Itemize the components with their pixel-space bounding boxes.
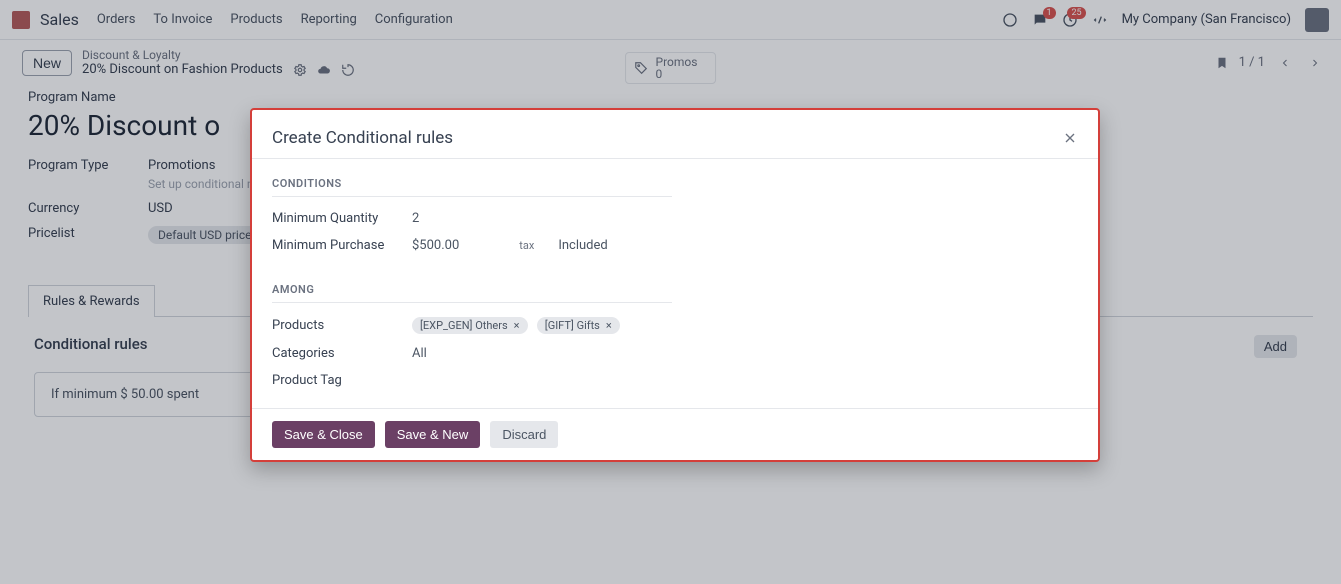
categories-label: Categories (272, 346, 392, 361)
dialog-title: Create Conditional rules (272, 128, 453, 148)
products-label: Products (272, 318, 392, 333)
min-purchase-label: Minimum Purchase (272, 238, 392, 253)
dialog-footer: Save & Close Save & New Discard (252, 408, 1098, 460)
close-icon[interactable] (1062, 130, 1078, 146)
min-purchase-field[interactable]: $500.00 (412, 238, 459, 253)
min-quantity-field[interactable]: 2 (412, 211, 419, 226)
categories-field[interactable]: All (412, 346, 427, 361)
tax-inclusion-field[interactable]: Included (558, 238, 607, 253)
product-tag-label: Product Tag (272, 373, 392, 388)
section-among: AMONG (272, 283, 672, 303)
save-and-close-button[interactable]: Save & Close (272, 421, 375, 448)
save-and-new-button[interactable]: Save & New (385, 421, 481, 448)
min-quantity-label: Minimum Quantity (272, 211, 392, 226)
product-tag-exp-gen[interactable]: [EXP_GEN] Others × (412, 317, 528, 334)
product-tag-label: [GIFT] Gifts (545, 319, 600, 332)
product-tag-label: [EXP_GEN] Others (420, 319, 508, 332)
create-conditional-rules-dialog: Create Conditional rules CONDITIONS Mini… (250, 108, 1100, 462)
remove-tag-icon[interactable]: × (514, 319, 520, 332)
section-conditions: CONDITIONS (272, 177, 672, 197)
products-field[interactable]: [EXP_GEN] Others × [GIFT] Gifts × (412, 317, 626, 334)
discard-button[interactable]: Discard (490, 421, 558, 448)
tax-label: tax (519, 239, 534, 252)
product-tag-gift[interactable]: [GIFT] Gifts × (537, 317, 620, 334)
remove-tag-icon[interactable]: × (606, 319, 612, 332)
